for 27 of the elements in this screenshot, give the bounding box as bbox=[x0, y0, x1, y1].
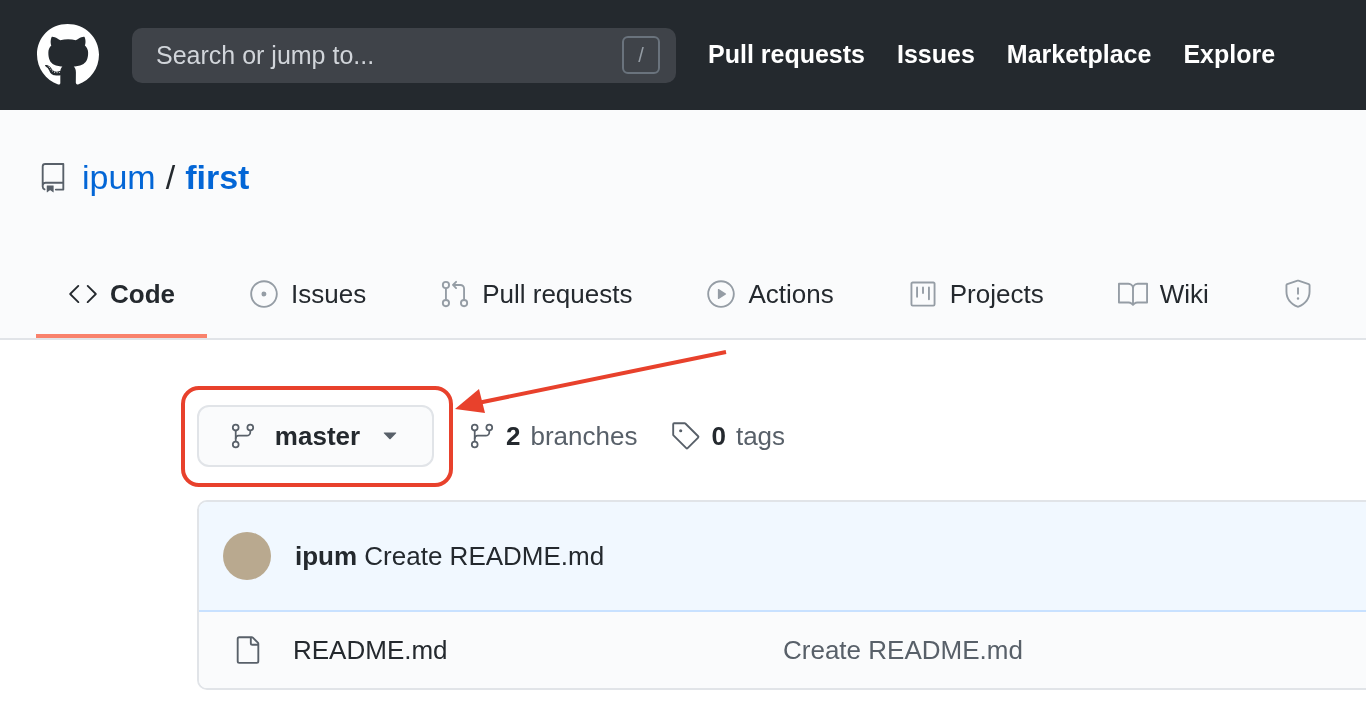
repo-name-link[interactable]: first bbox=[185, 152, 250, 203]
pull-request-icon bbox=[440, 279, 471, 309]
branches-link[interactable]: 2 branches bbox=[468, 416, 638, 456]
nav-link[interactable]: Explore bbox=[1183, 36, 1276, 74]
tags-link[interactable]: 0 tags bbox=[671, 416, 786, 456]
repo-tab[interactable]: Projects bbox=[875, 254, 1076, 338]
repo-tab[interactable]: Code bbox=[36, 254, 207, 338]
github-logo-icon[interactable] bbox=[36, 23, 100, 87]
nav-link[interactable]: Marketplace bbox=[1006, 36, 1152, 74]
commit-summary: ipum Create README.md bbox=[295, 539, 605, 573]
path-separator: / bbox=[165, 157, 176, 198]
branch-icon bbox=[468, 422, 496, 450]
repo-owner-link[interactable]: ipum bbox=[82, 152, 156, 203]
repo-tab[interactable]: Issues bbox=[217, 254, 399, 338]
repo-tab[interactable]: Pull requests bbox=[408, 254, 665, 338]
file-name-link[interactable]: README.md bbox=[293, 630, 783, 670]
nav-link[interactable]: Issues bbox=[897, 36, 975, 74]
repo-tab[interactable]: Actions bbox=[674, 254, 866, 338]
tag-icon bbox=[671, 421, 702, 451]
issue-icon bbox=[249, 279, 279, 309]
shortcut-key: / bbox=[622, 35, 660, 74]
nav-link[interactable]: Pull requests bbox=[708, 36, 865, 74]
repo-tab[interactable]: Wiki bbox=[1085, 254, 1241, 338]
play-icon bbox=[706, 279, 737, 309]
avatar bbox=[223, 532, 271, 580]
commit-message-link[interactable]: Create README.md bbox=[783, 630, 1023, 670]
branch-select-button[interactable]: master bbox=[197, 405, 434, 467]
